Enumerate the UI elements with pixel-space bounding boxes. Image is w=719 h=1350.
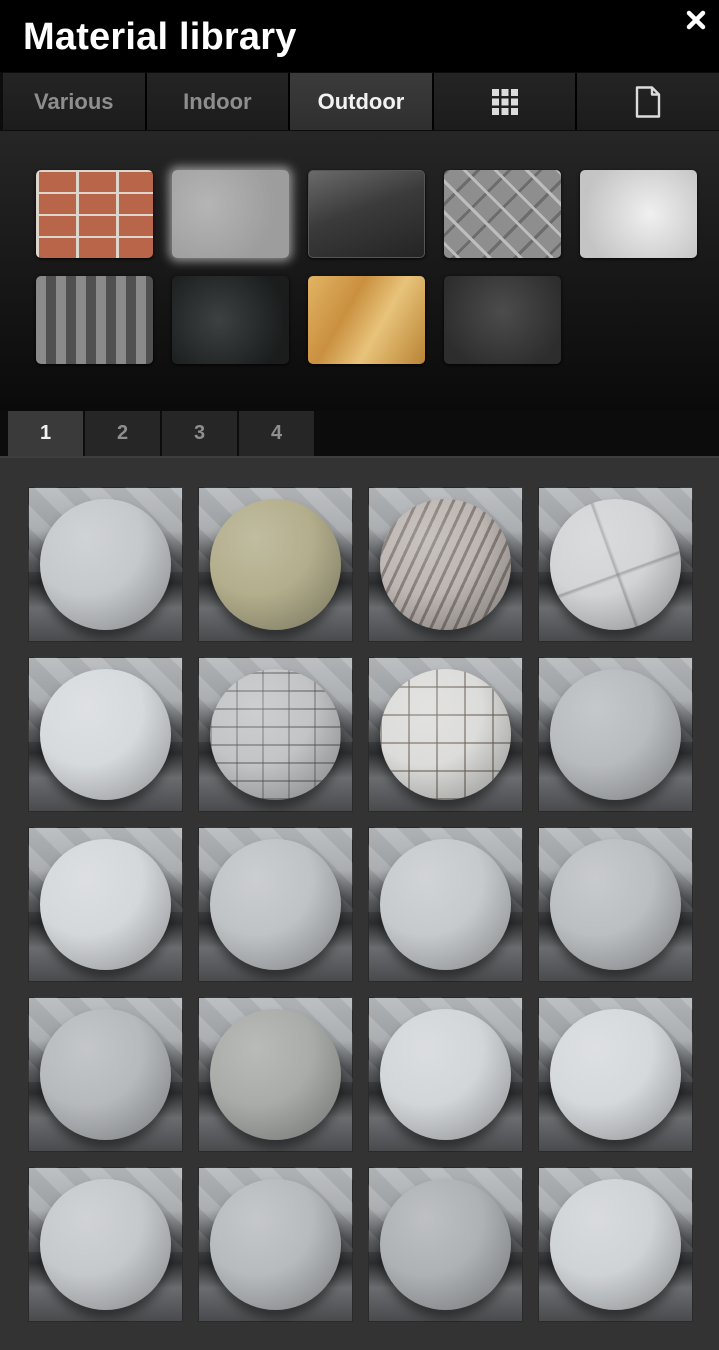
document-icon — [635, 85, 661, 118]
close-icon — [686, 10, 706, 30]
material-grid — [28, 487, 693, 1322]
material-cell[interactable] — [538, 997, 693, 1152]
material-cell[interactable] — [198, 997, 353, 1152]
page-tab-1[interactable]: 1 — [8, 411, 83, 456]
tab-document[interactable] — [577, 73, 719, 130]
material-sphere — [40, 1009, 171, 1140]
texture-swatches — [0, 131, 719, 411]
material-sphere — [210, 1009, 341, 1140]
material-cell[interactable] — [28, 487, 183, 642]
page-tab-4[interactable]: 4 — [239, 411, 314, 456]
tab-various[interactable]: Various — [3, 73, 145, 130]
swatch-roof-tile[interactable] — [36, 276, 153, 364]
material-sphere — [380, 1009, 511, 1140]
page-tab-3[interactable]: 3 — [162, 411, 237, 456]
tab-grid-view[interactable] — [433, 73, 576, 130]
material-sphere — [40, 499, 171, 630]
grid-icon — [491, 88, 518, 115]
material-cell[interactable] — [198, 657, 353, 812]
material-sphere — [550, 669, 681, 800]
swatch-asphalt[interactable] — [444, 276, 561, 364]
material-cell[interactable] — [538, 1167, 693, 1322]
material-cell[interactable] — [198, 827, 353, 982]
material-cell[interactable] — [28, 657, 183, 812]
swatch-diamond-plate[interactable] — [444, 170, 561, 258]
material-sphere — [40, 839, 171, 970]
material-sphere — [40, 669, 171, 800]
material-sphere — [550, 1009, 681, 1140]
material-cell[interactable] — [198, 1167, 353, 1322]
close-button[interactable] — [680, 4, 712, 36]
title-bar: Material library — [0, 0, 719, 72]
tab-indoor[interactable]: Indoor — [146, 73, 289, 130]
material-sphere — [380, 839, 511, 970]
material-cell[interactable] — [368, 997, 523, 1152]
material-cell[interactable] — [368, 1167, 523, 1322]
material-sphere — [380, 669, 511, 800]
swatch-brick[interactable] — [36, 170, 153, 258]
material-cell[interactable] — [538, 827, 693, 982]
material-cell[interactable] — [28, 1167, 183, 1322]
swatch-concrete[interactable] — [172, 170, 289, 258]
material-cell[interactable] — [368, 487, 523, 642]
material-cell[interactable] — [28, 997, 183, 1152]
material-sphere — [380, 1179, 511, 1310]
material-sphere — [210, 499, 341, 630]
swatch-dark-glass[interactable] — [308, 170, 425, 258]
material-sphere — [210, 1179, 341, 1310]
page-tab-2[interactable]: 2 — [85, 411, 160, 456]
material-sphere — [550, 839, 681, 970]
material-cell[interactable] — [538, 487, 693, 642]
panel-title: Material library — [23, 16, 297, 58]
page-tabs: 1 2 3 4 — [8, 411, 316, 456]
tab-outdoor[interactable]: Outdoor — [290, 73, 432, 130]
material-cell[interactable] — [198, 487, 353, 642]
swatch-granite[interactable] — [172, 276, 289, 364]
material-sphere — [550, 499, 681, 630]
material-sphere — [210, 669, 341, 800]
material-cell[interactable] — [368, 827, 523, 982]
material-library-panel: Material library Various Indoor Outdoor — [0, 0, 719, 1350]
category-tabs: Various Indoor Outdoor — [3, 73, 719, 130]
material-cell[interactable] — [368, 657, 523, 812]
material-sphere — [210, 839, 341, 970]
material-cell[interactable] — [538, 657, 693, 812]
material-sphere — [40, 1179, 171, 1310]
swatch-white-plaster[interactable] — [580, 170, 697, 258]
material-cell[interactable] — [28, 827, 183, 982]
material-sphere — [380, 499, 511, 630]
swatch-osb-wood[interactable] — [308, 276, 425, 364]
material-sphere — [550, 1179, 681, 1310]
material-grid-area — [0, 456, 719, 1350]
